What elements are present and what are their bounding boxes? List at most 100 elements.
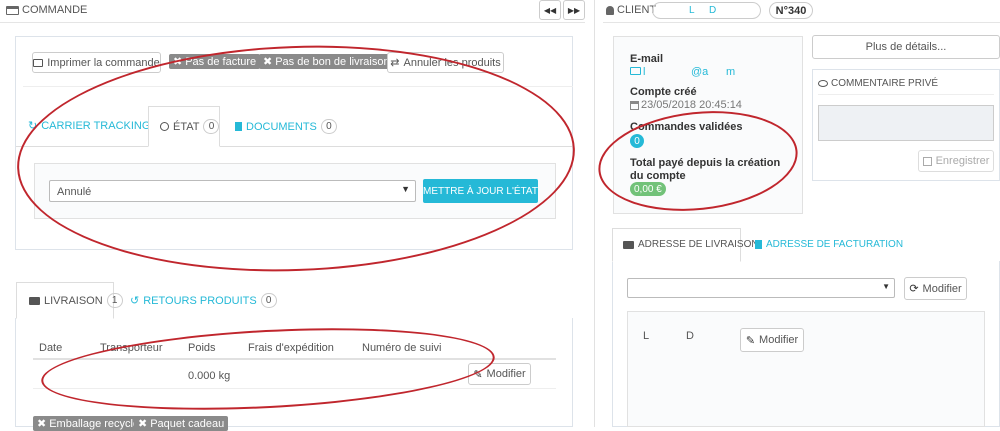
header-divider	[0, 22, 585, 23]
truck-icon	[623, 240, 634, 249]
address-first-initial: L	[643, 330, 650, 342]
user-icon	[606, 5, 614, 15]
private-note-title: COMMENTAIRE PRIVÉ	[831, 78, 939, 89]
tab-retours-count: 0	[260, 293, 277, 308]
client-last-initial: D	[709, 5, 717, 16]
col-poids: Poids	[188, 342, 216, 354]
file-icon	[235, 122, 242, 131]
edit-address-button[interactable]: ✎ Modifier	[740, 328, 804, 352]
edit-tracking-button[interactable]: ✎ Modifier	[468, 363, 531, 385]
tab-delivery-address-label: ADRESSE DE LIVRAISON	[638, 239, 759, 250]
col-transporteur: Transporteur	[100, 342, 163, 354]
file-icon	[755, 240, 762, 249]
col-frais: Frais d'expédition	[248, 342, 334, 354]
state-selected-value: Annulé	[57, 186, 92, 198]
row-weight: 0.000 kg	[188, 370, 231, 382]
tab-livraison-count: 1	[106, 293, 123, 308]
prev-order-button[interactable]: ◀◀	[539, 0, 561, 20]
tab-documents-label: DOCUMENTS	[246, 120, 317, 133]
eye-slash-icon	[818, 80, 828, 87]
tab-etat-label: ÉTAT	[173, 120, 200, 133]
recycled-packaging-tag: ✖ Emballage recyclé	[33, 416, 144, 431]
validated-orders-label: Commandes validées	[630, 121, 743, 133]
total-paid-badge: 0,00 €	[630, 182, 666, 196]
tab-documents-count: 0	[320, 119, 337, 134]
change-address-button[interactable]: ⟳ Modifier	[904, 277, 967, 300]
private-note-header-line	[818, 94, 994, 95]
next-order-button[interactable]: ▶▶	[563, 0, 585, 20]
account-created-label: Compte créé	[630, 86, 697, 98]
email-part-2: @a	[691, 66, 709, 78]
floppy-icon	[922, 156, 932, 166]
column-divider	[594, 0, 595, 427]
edit-tracking-label: Modifier	[486, 368, 526, 380]
credit-card-icon	[6, 5, 19, 15]
client-name-pill[interactable]: L D	[652, 2, 761, 19]
tab-documents[interactable]: DOCUMENTS 0	[235, 119, 337, 134]
tab-etat-content: ÉTAT 0	[160, 119, 220, 134]
state-select[interactable]: Annulé ▼	[49, 180, 416, 202]
address-last-initial: D	[686, 330, 694, 342]
recycled-label: Emballage recyclé	[49, 417, 140, 430]
email-part-1: l	[643, 66, 646, 78]
calendar-icon	[630, 100, 639, 110]
more-details-label: Plus de détails...	[865, 41, 947, 53]
undo-icon: ↺	[130, 295, 140, 307]
tab-carrier-tracking[interactable]: ↻ CARRIER TRACKING	[28, 119, 151, 133]
tab-delivery-address-content: ADRESSE DE LIVRAISON	[623, 239, 759, 250]
no-invoice-tag: ✖ Pas de facture	[169, 54, 261, 69]
tab-etat-count: 0	[203, 119, 220, 134]
exchange-icon: ⇄	[390, 57, 400, 69]
refresh-icon: ⟳	[909, 283, 919, 295]
gift-label: Paquet cadeau	[150, 417, 225, 430]
refresh-icon: ↻	[28, 120, 38, 132]
change-address-label: Modifier	[922, 282, 962, 295]
save-note-button[interactable]: Enregistrer	[918, 150, 994, 172]
email-link[interactable]: l @a m	[630, 66, 750, 78]
close-icon: ✖	[37, 418, 47, 430]
cancel-products-label: Annuler les produits	[403, 56, 501, 69]
tab-retours-label: RETOURS PRODUITS	[143, 294, 257, 307]
update-state-button[interactable]: METTRE À JOUR L'ÉTAT	[423, 179, 538, 203]
col-date: Date	[39, 342, 63, 354]
tab-billing-address[interactable]: ADRESSE DE FACTURATION	[755, 239, 903, 250]
tab-livraison-label: LIVRAISON	[44, 294, 103, 307]
total-paid-label: Total payé depuis la création du compte	[630, 157, 781, 182]
save-note-label: Enregistrer	[935, 155, 990, 167]
pencil-icon: ✎	[473, 368, 483, 381]
gift-wrap-tag: ✖ Paquet cadeau	[134, 416, 229, 431]
validated-orders-count: 0	[634, 135, 640, 147]
address-card	[627, 311, 985, 427]
print-order-button[interactable]: Imprimer la commande	[32, 52, 161, 73]
no-delivery-slip-tag: ✖ Pas de bon de livraison	[259, 54, 394, 69]
order-number-pill: N°340	[769, 2, 813, 19]
email-label: E-mail	[630, 53, 664, 65]
client-first-initial: L	[689, 5, 695, 16]
printer-icon	[33, 58, 44, 67]
close-icon: ✖	[138, 418, 148, 430]
forward-icon: ▶▶	[567, 5, 581, 15]
pencil-icon: ✎	[745, 334, 756, 347]
no-delivery-slip-label: Pas de bon de livraison	[275, 55, 390, 68]
cancel-products-button[interactable]: ⇄ Annuler les produits	[387, 52, 504, 73]
validated-orders-badge: 0	[630, 134, 644, 148]
edit-address-label: Modifier	[759, 334, 799, 346]
tab-billing-address-label: ADRESSE DE FACTURATION	[766, 239, 904, 250]
print-label: Imprimer la commande	[47, 56, 160, 69]
tab-carrier-tracking-label: CARRIER TRACKING	[41, 119, 151, 132]
tab-livraison-content: LIVRAISON 1	[29, 293, 123, 308]
client-title: CLIENT	[617, 4, 657, 16]
private-note-textarea[interactable]	[818, 105, 994, 141]
backward-icon: ◀◀	[543, 5, 557, 15]
address-select[interactable]: ▼	[627, 278, 895, 298]
tab-retours-produits[interactable]: ↺ RETOURS PRODUITS 0	[130, 293, 277, 308]
envelope-icon	[630, 67, 641, 75]
email-part-3: m	[726, 66, 736, 78]
order-number: N°340	[775, 4, 807, 17]
col-numero-suivi: Numéro de suivi	[362, 342, 442, 354]
update-state-label: METTRE À JOUR L'ÉTAT	[423, 185, 538, 197]
account-created-date: 23/05/2018 20:45:14	[641, 99, 742, 111]
page-title: COMMANDE	[22, 4, 88, 16]
more-details-button[interactable]: Plus de détails...	[812, 35, 1000, 59]
clock-icon	[160, 122, 169, 131]
